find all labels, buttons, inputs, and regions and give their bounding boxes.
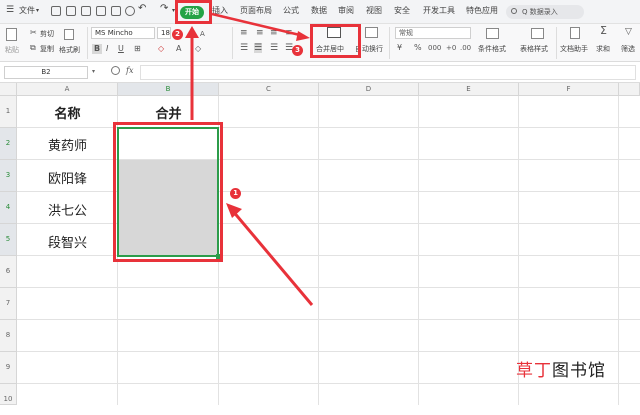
step-badge-2: 2	[172, 29, 183, 40]
arrow-line	[230, 209, 314, 306]
arrow-head	[296, 31, 310, 41]
arrow-line	[211, 12, 305, 38]
arrow-head	[185, 26, 199, 38]
step-badge-3: 3	[292, 45, 303, 56]
arrow-head	[226, 203, 242, 218]
annotation-arrows	[185, 12, 314, 306]
step-badge-1: 1	[230, 188, 241, 199]
